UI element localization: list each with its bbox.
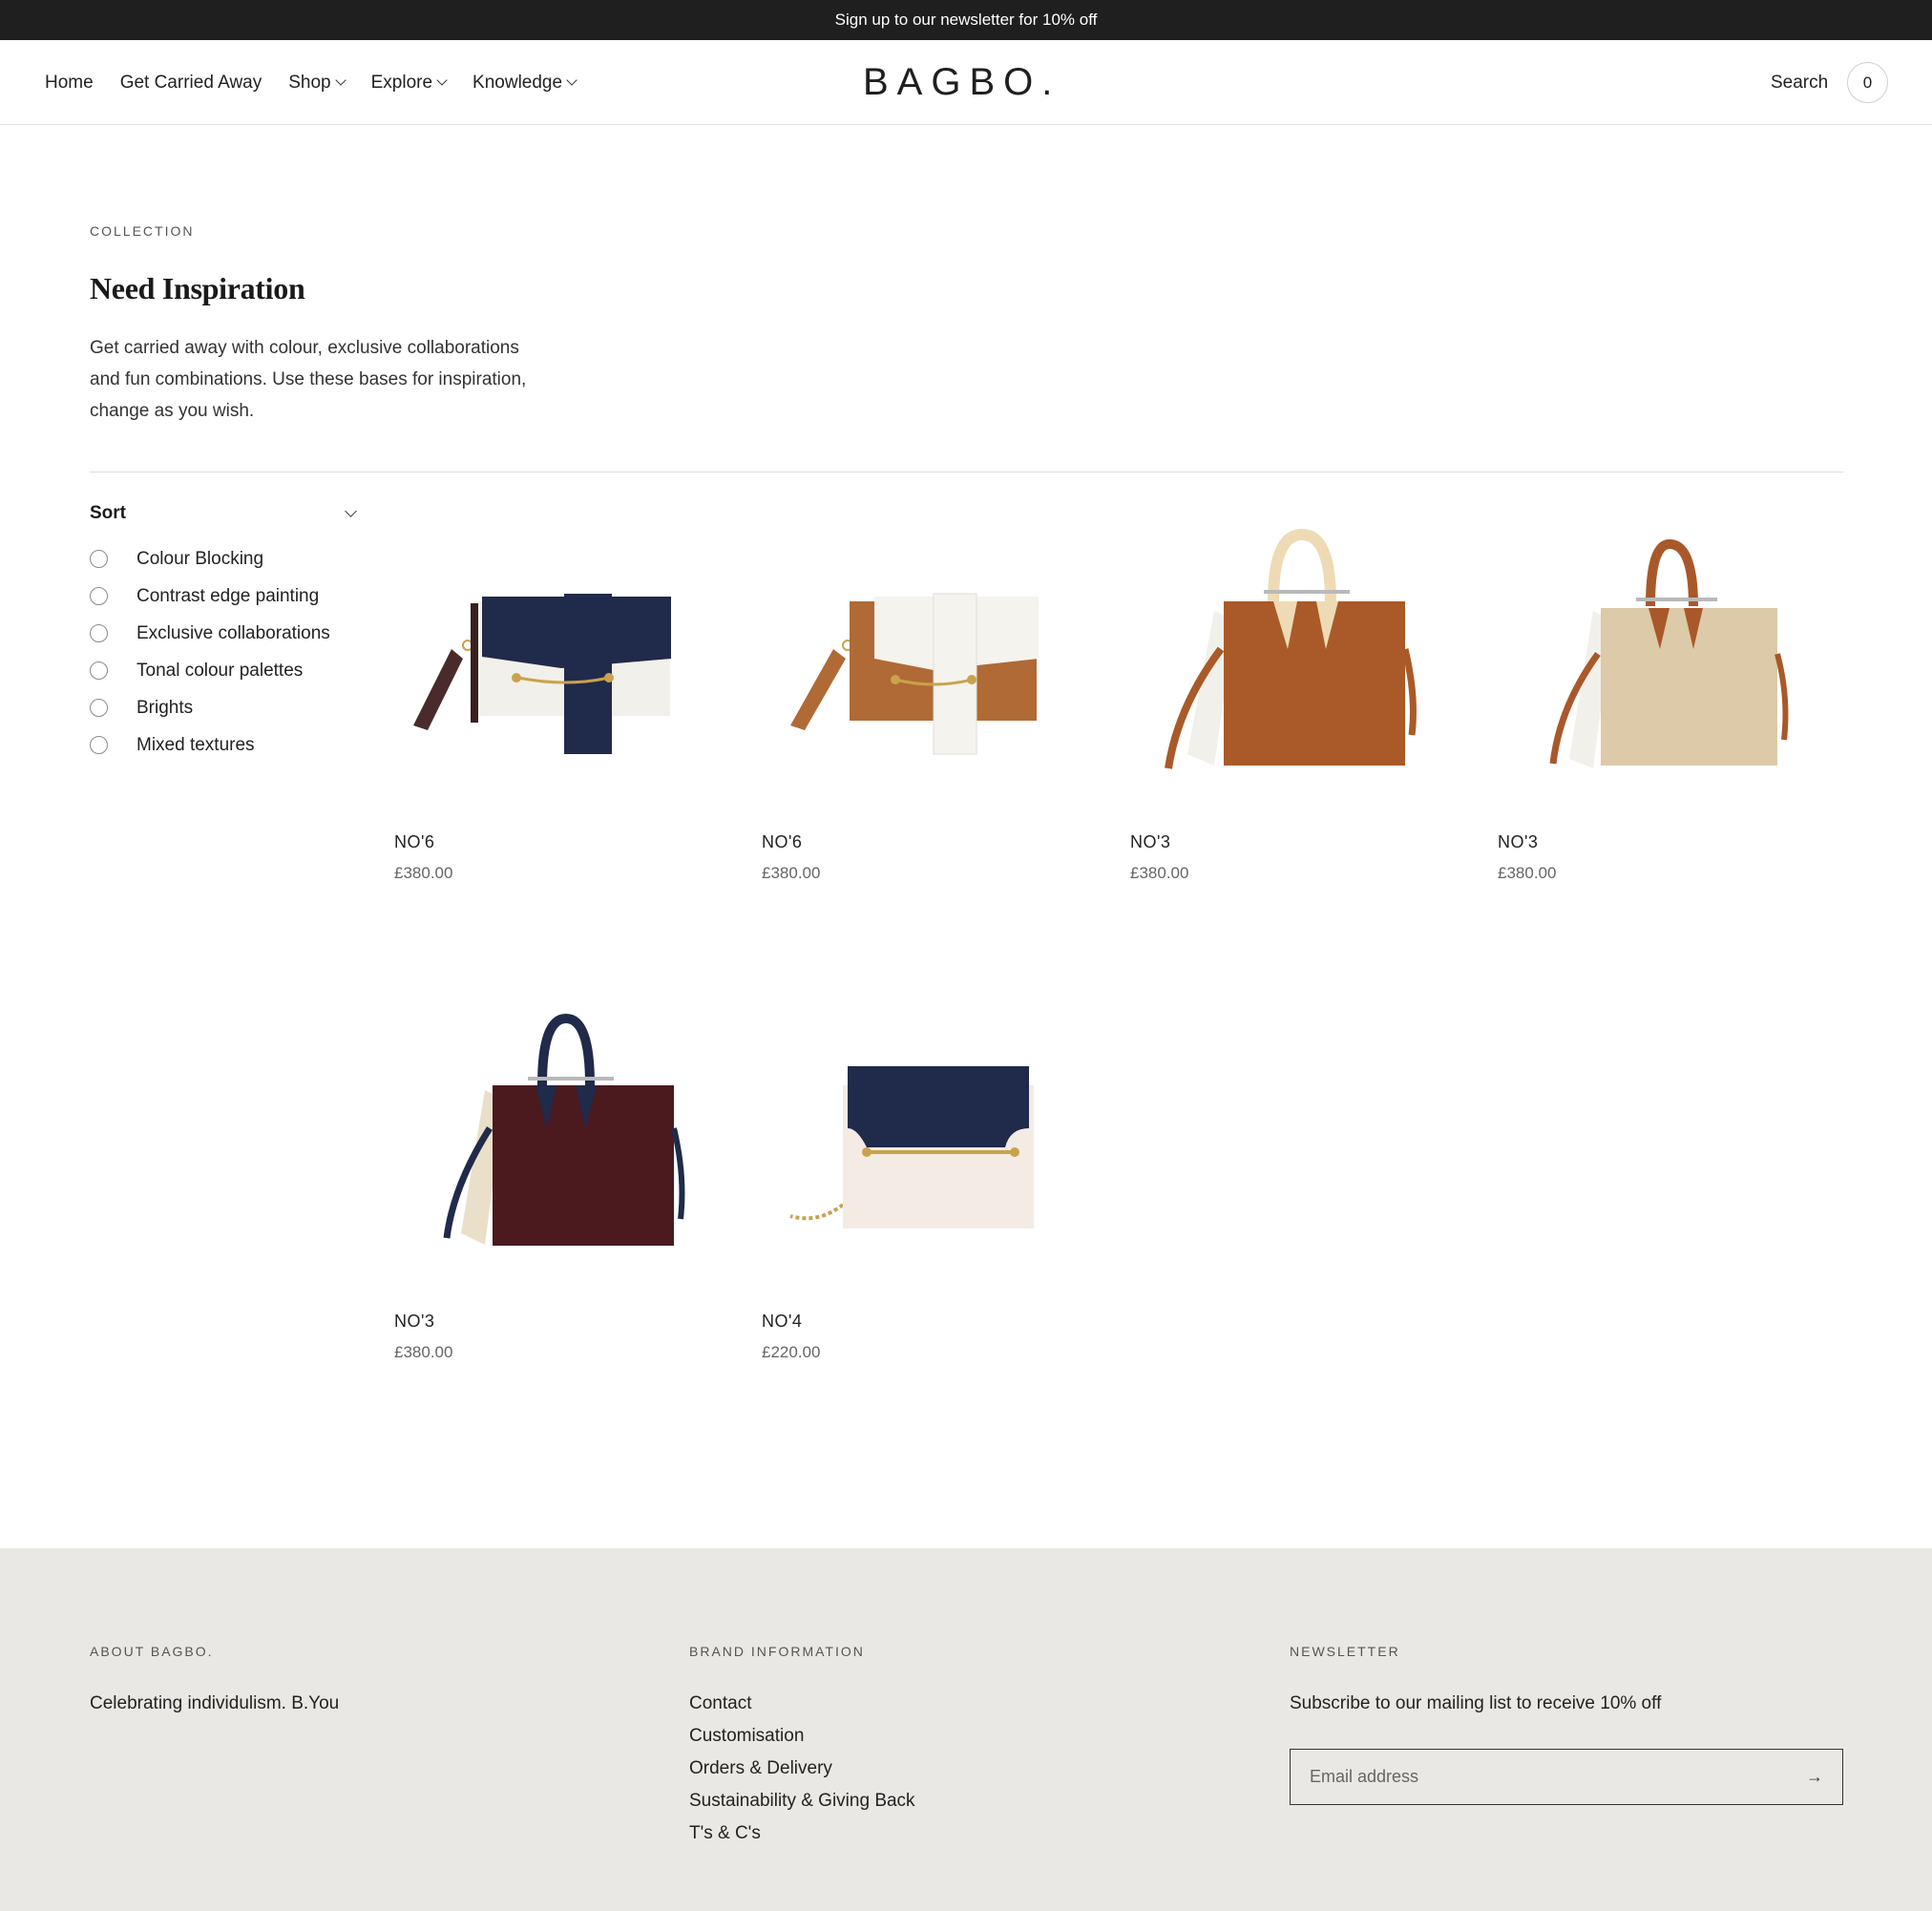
filter-label: Mixed textures (136, 734, 255, 755)
footer-about-text: Celebrating individulism. B.You (90, 1693, 340, 1713)
product-card[interactable]: NO'6 £380.00 (394, 515, 738, 882)
footer-link-customisation[interactable]: Customisation (689, 1720, 915, 1753)
email-field[interactable] (1310, 1767, 1768, 1787)
product-name[interactable]: NO'3 (1498, 832, 1538, 852)
filter-contrast-edge-painting[interactable]: Contrast edge painting (90, 578, 330, 615)
product-name[interactable]: NO'6 (762, 832, 802, 852)
footer-newsletter-text: Subscribe to our mailing list to receive… (1290, 1693, 1662, 1713)
nav-knowledge-label: Knowledge (472, 72, 563, 93)
announcement-text[interactable]: Sign up to our newsletter for 10% off (835, 10, 1098, 30)
site-footer: ABOUT BAGBO. Celebrating individulism. B… (0, 1548, 1932, 1911)
nav-explore-label: Explore (370, 72, 433, 93)
nav-knowledge[interactable]: Knowledge (472, 72, 578, 94)
footer-newsletter-heading: NEWSLETTER (1290, 1644, 1400, 1659)
filter-exclusive-collaborations[interactable]: Exclusive collaborations (90, 615, 330, 652)
chevron-down-icon (345, 505, 357, 517)
filter-label: Colour Blocking (136, 548, 264, 569)
product-image[interactable] (394, 995, 738, 1281)
product-price: £380.00 (1130, 864, 1189, 882)
page-title: Need Inspiration (90, 271, 305, 305)
footer-link-orders-delivery[interactable]: Orders & Delivery (689, 1753, 915, 1785)
product-card[interactable]: NO'4 £220.00 (762, 995, 1105, 1361)
footer-link-list: Contact Customisation Orders & Delivery … (689, 1688, 915, 1850)
filter-label: Tonal colour palettes (136, 660, 304, 681)
filter-label: Contrast edge painting (136, 585, 320, 606)
footer-link-terms[interactable]: T's & C's (689, 1817, 915, 1850)
radio-icon[interactable] (90, 662, 108, 680)
product-name[interactable]: NO'3 (1130, 832, 1170, 852)
nav-explore[interactable]: Explore (370, 72, 448, 94)
footer-newsletter: NEWSLETTER Subscribe to our mailing list… (1290, 1644, 1843, 1805)
radio-icon[interactable] (90, 699, 108, 717)
filter-label: Exclusive collaborations (136, 622, 330, 643)
nav-shop-label: Shop (288, 72, 331, 93)
nav-home-label: Home (45, 72, 94, 93)
product-name[interactable]: NO'3 (394, 1312, 434, 1332)
product-price: £380.00 (394, 1343, 453, 1361)
product-image[interactable] (762, 995, 1105, 1281)
brand-logo[interactable]: BAGBO. (863, 61, 1073, 103)
chevron-down-icon (566, 74, 578, 86)
sort-label: Sort (90, 503, 126, 523)
product-card[interactable]: NO'3 £380.00 (1130, 515, 1474, 882)
search-link[interactable]: Search (1771, 40, 1828, 125)
radio-icon[interactable] (90, 587, 108, 605)
filter-label: Brights (136, 697, 194, 718)
announcement-bar[interactable]: Sign up to our newsletter for 10% off (0, 0, 1932, 40)
nav-get-carried-away-label: Get Carried Away (119, 72, 262, 93)
footer-link-contact[interactable]: Contact (689, 1688, 915, 1720)
filter-tonal-colour-palettes[interactable]: Tonal colour palettes (90, 652, 330, 689)
footer-about: ABOUT BAGBO. Celebrating individulism. B… (90, 1644, 339, 1714)
filter-colour-blocking[interactable]: Colour Blocking (90, 540, 330, 578)
main-nav: Home Get Carried Away Shop Explore Knowl… (45, 40, 578, 125)
cart-count: 0 (1862, 73, 1873, 92)
radio-icon[interactable] (90, 736, 108, 754)
newsletter-form: → (1290, 1749, 1843, 1805)
product-image[interactable] (394, 515, 738, 802)
arrow-right-icon[interactable]: → (1806, 1767, 1823, 1787)
product-name[interactable]: NO'6 (394, 832, 434, 852)
filter-mixed-textures[interactable]: Mixed textures (90, 726, 330, 764)
filter-list: Colour Blocking Contrast edge painting E… (90, 540, 330, 764)
radio-icon[interactable] (90, 550, 108, 568)
footer-link-sustainability[interactable]: Sustainability & Giving Back (689, 1785, 915, 1817)
product-price: £380.00 (1498, 864, 1557, 882)
product-name[interactable]: NO'4 (762, 1312, 802, 1332)
radio-icon[interactable] (90, 624, 108, 642)
site-header: Home Get Carried Away Shop Explore Knowl… (0, 40, 1932, 125)
chevron-down-icon (334, 74, 346, 86)
product-price: £380.00 (762, 864, 821, 882)
collection-description: Get carried away with colour, exclusive … (90, 338, 527, 421)
footer-about-heading: ABOUT BAGBO. (90, 1644, 214, 1659)
product-price: £220.00 (762, 1343, 821, 1361)
product-image[interactable] (1130, 515, 1474, 802)
product-image[interactable] (762, 515, 1105, 802)
search-label: Search (1771, 72, 1829, 93)
cart-button[interactable]: 0 (1847, 62, 1888, 103)
chevron-down-icon (436, 74, 448, 86)
sort-toggle[interactable]: Sort (90, 503, 361, 524)
nav-get-carried-away[interactable]: Get Carried Away (120, 73, 262, 94)
product-price: £380.00 (394, 864, 453, 882)
footer-brand-heading: BRAND INFORMATION (689, 1644, 865, 1659)
nav-shop[interactable]: Shop (288, 72, 346, 94)
collection-eyebrow: COLLECTION (90, 223, 195, 239)
nav-home[interactable]: Home (45, 73, 94, 94)
footer-brand: BRAND INFORMATION Contact Customisation … (689, 1644, 915, 1850)
filter-brights[interactable]: Brights (90, 689, 330, 726)
product-card[interactable]: NO'3 £380.00 (394, 995, 738, 1361)
product-card[interactable]: NO'3 £380.00 (1498, 515, 1841, 882)
product-image[interactable] (1498, 515, 1841, 802)
product-card[interactable]: NO'6 £380.00 (762, 515, 1105, 882)
